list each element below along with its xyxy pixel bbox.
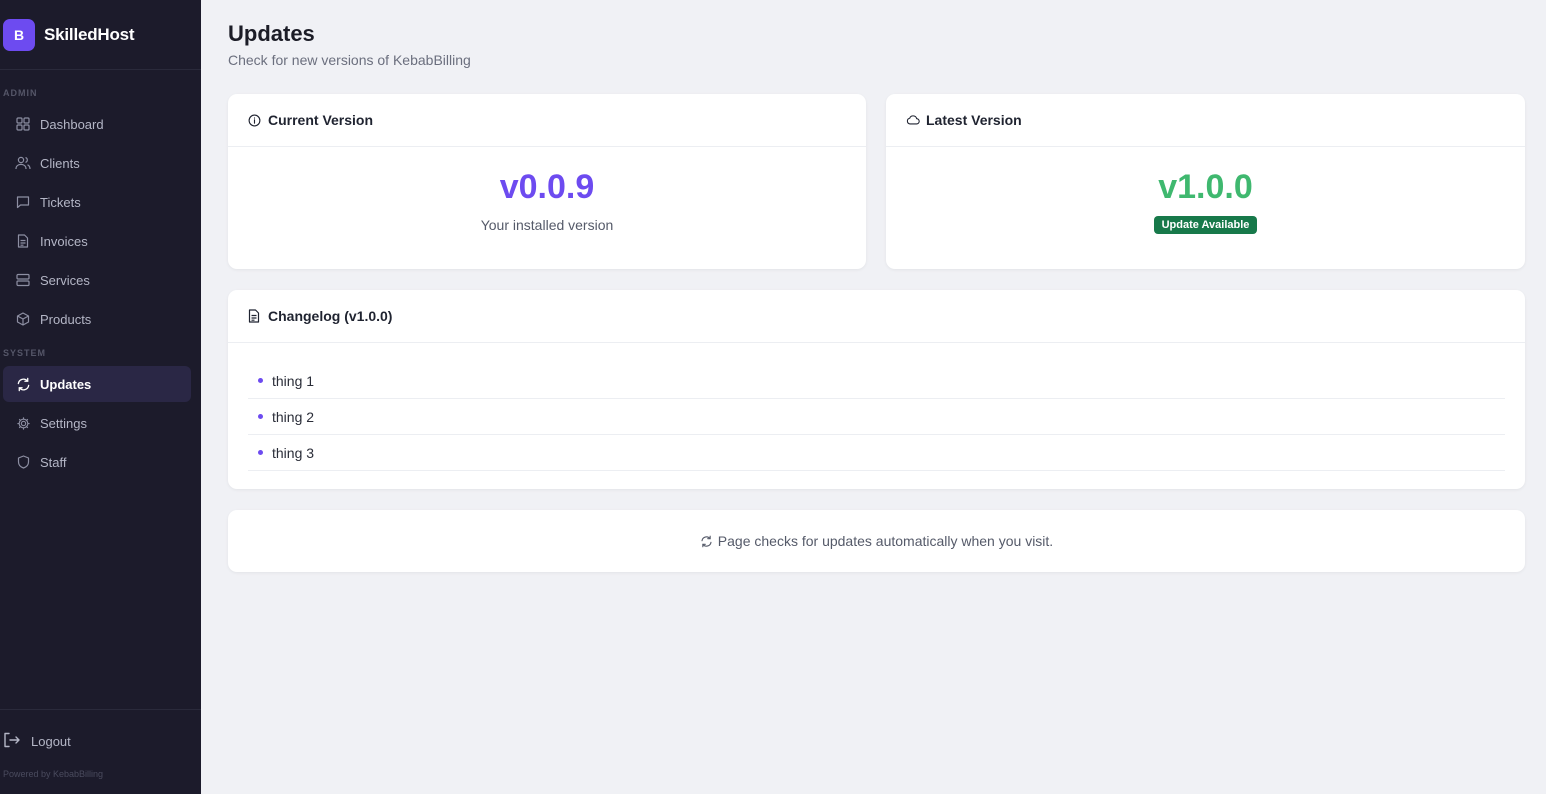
- shield-icon: [15, 454, 31, 470]
- message-square-icon: [15, 194, 31, 210]
- sidebar-item-dashboard[interactable]: Dashboard: [3, 106, 191, 142]
- sidebar-item-tickets[interactable]: Tickets: [3, 184, 191, 220]
- logout-button[interactable]: Logout: [3, 732, 71, 750]
- changelog-item: thing 3: [248, 435, 1505, 471]
- refresh-icon: [700, 534, 714, 548]
- changelog-item-text: thing 1: [272, 372, 315, 389]
- bullet-dot: [258, 450, 263, 455]
- latest-version-number: v1.0.0: [1158, 168, 1253, 206]
- sidebar-section-admin: ADMIN: [3, 88, 38, 98]
- package-icon: [15, 311, 31, 327]
- powered-by: Powered by KebabBilling: [3, 769, 104, 779]
- logout-label: Logout: [31, 733, 71, 749]
- brand-logo: B: [3, 18, 35, 51]
- sidebar-item-label: Tickets: [40, 194, 81, 210]
- current-version-number: v0.0.9: [499, 168, 595, 206]
- latest-version-card: Latest Version v1.0.0 Update Available: [886, 94, 1525, 269]
- sidebar-item-staff[interactable]: Staff: [3, 444, 191, 480]
- sidebar-section-system: SYSTEM: [3, 348, 47, 358]
- changelog-card: Changelog (v1.0.0) thing 1 thing 2 thing…: [228, 290, 1525, 489]
- update-available-badge: Update Available: [1153, 216, 1258, 234]
- auto-check-note-card: Page checks for updates automatically wh…: [228, 510, 1525, 572]
- server-icon: [15, 272, 31, 288]
- changelog-list: thing 1 thing 2 thing 3: [248, 363, 1505, 471]
- changelog-item: thing 2: [248, 399, 1505, 435]
- sidebar-item-label: Clients: [40, 155, 80, 171]
- brand-name: SkilledHost: [44, 24, 135, 44]
- card-title: Changelog (v1.0.0): [268, 308, 393, 324]
- dashboard-grid-icon: [15, 116, 31, 132]
- logout-icon: [3, 732, 23, 750]
- sidebar-item-services[interactable]: Services: [3, 262, 191, 298]
- auto-check-note: Page checks for updates automatically wh…: [717, 533, 1054, 549]
- bullet-dot: [258, 414, 263, 419]
- document-icon: [248, 309, 262, 323]
- card-header: Current Version: [228, 94, 866, 147]
- page-title: Updates: [228, 21, 315, 46]
- sidebar-item-label: Updates: [40, 376, 92, 392]
- info-icon: [248, 113, 262, 127]
- sidebar-item-label: Staff: [40, 454, 67, 470]
- page-subtitle: Check for new versions of KebabBilling: [228, 52, 471, 68]
- sidebar-item-products[interactable]: Products: [3, 301, 191, 337]
- refresh-icon: [15, 376, 31, 392]
- card-title: Latest Version: [926, 112, 1022, 128]
- sidebar-item-label: Dashboard: [40, 116, 104, 132]
- sidebar-item-invoices[interactable]: Invoices: [3, 223, 191, 259]
- card-header: Latest Version: [886, 94, 1525, 147]
- users-icon: [15, 155, 31, 171]
- card-header: Changelog (v1.0.0): [228, 290, 1525, 343]
- changelog-item-text: thing 3: [272, 444, 315, 461]
- cloud-icon: [906, 113, 920, 127]
- sidebar-item-clients[interactable]: Clients: [3, 145, 191, 181]
- sidebar-item-label: Invoices: [40, 233, 88, 249]
- bullet-dot: [258, 378, 263, 383]
- changelog-item-text: thing 2: [272, 408, 315, 425]
- sidebar-item-label: Products: [40, 311, 92, 327]
- current-version-card: Current Version v0.0.9 Your installed ve…: [228, 94, 866, 269]
- brand[interactable]: B SkilledHost: [0, 0, 201, 70]
- changelog-item: thing 1: [248, 363, 1505, 399]
- sidebar-item-updates[interactable]: Updates: [3, 366, 191, 402]
- current-version-caption: Your installed version: [480, 217, 614, 233]
- sidebar-item-label: Settings: [40, 415, 87, 431]
- file-text-icon: [15, 233, 31, 249]
- sidebar: B SkilledHost ADMIN Dashboard Clients Ti…: [0, 0, 201, 794]
- sidebar-item-label: Services: [40, 272, 90, 288]
- sidebar-footer: Logout Powered by KebabBilling: [0, 709, 201, 779]
- sidebar-item-settings[interactable]: Settings: [3, 405, 191, 441]
- card-title: Current Version: [268, 112, 374, 128]
- gear-icon: [15, 415, 31, 431]
